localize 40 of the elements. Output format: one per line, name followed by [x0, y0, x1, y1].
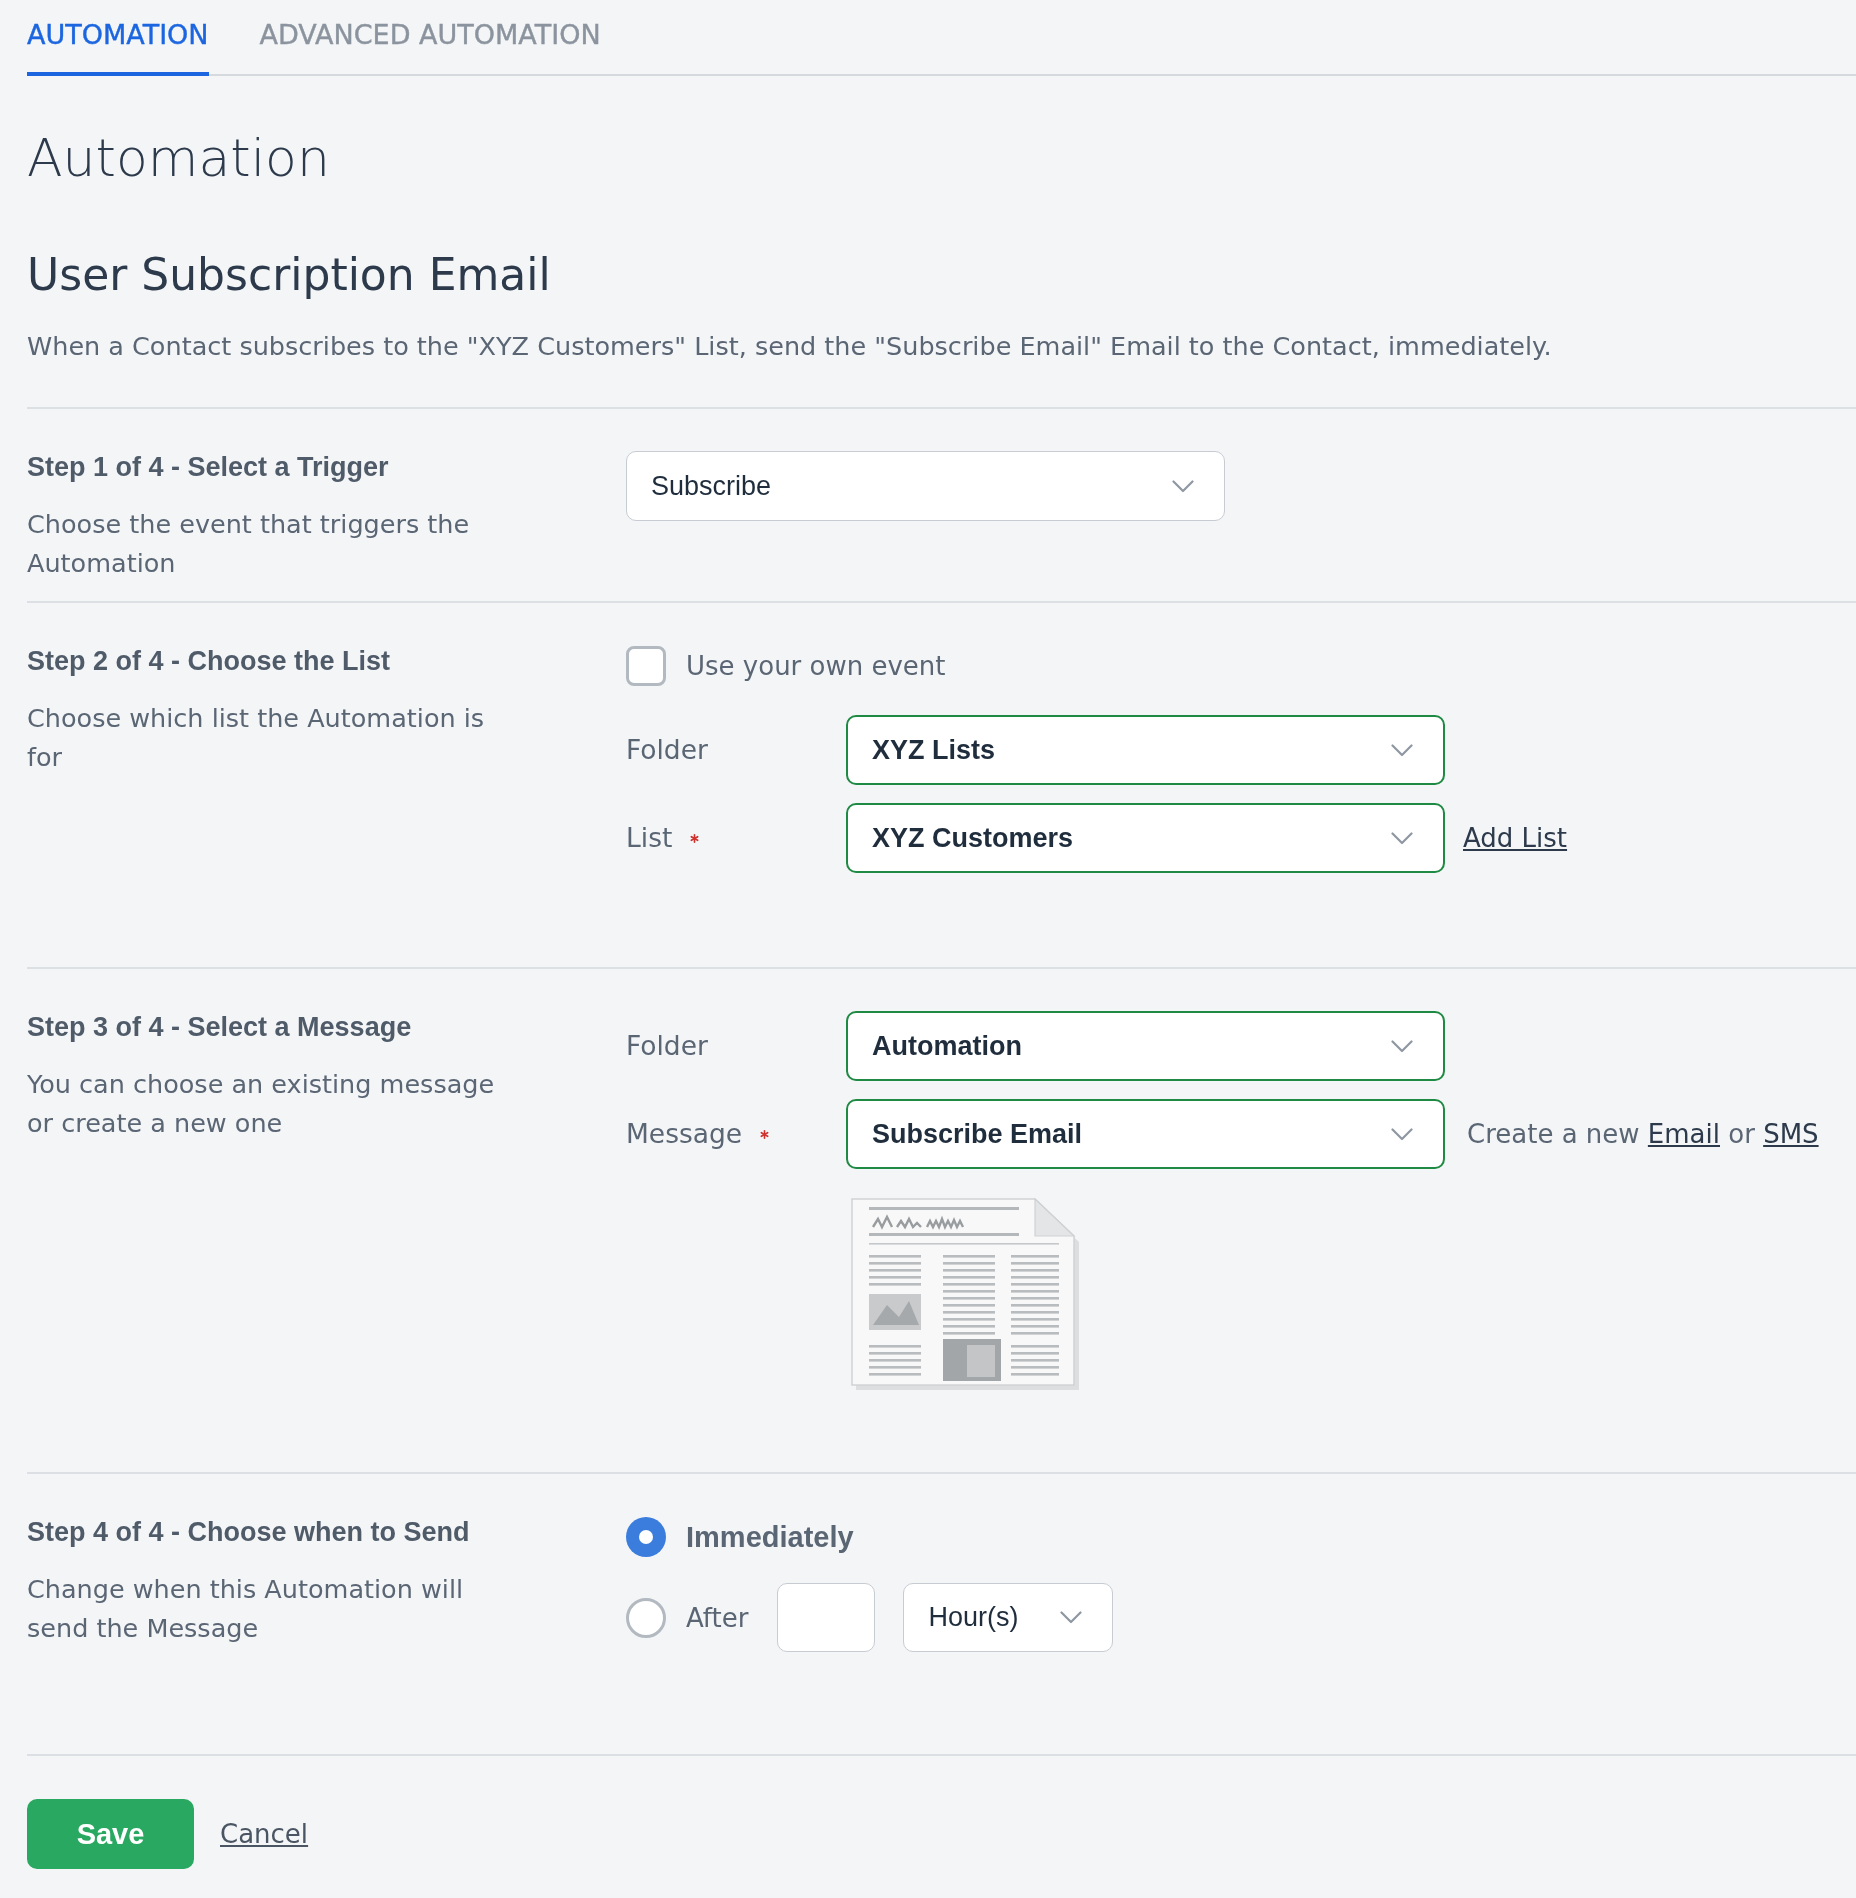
step-title: Step 4 of 4 - Choose when to Send: [27, 1516, 470, 1548]
radio-button[interactable]: [626, 1597, 666, 1638]
field-label: Folder: [626, 1029, 708, 1063]
chevron-down-icon: [1172, 479, 1194, 493]
checkbox-label: Use your own event: [686, 649, 946, 683]
step-description: Change when this Automation will send the Message: [27, 1573, 465, 1645]
chevron-down-icon: [1391, 831, 1413, 845]
step-description: Choose which list the Automation is for: [27, 702, 486, 774]
field-label: Message: [626, 1117, 743, 1151]
page-title: Automation: [27, 127, 330, 190]
text-link[interactable]: Email: [1647, 1119, 1720, 1149]
automation-summary: When a Contact subscribes to the "XYZ Customers" List, send the "Subscribe Email" Email to the Contact, immediately.: [27, 330, 1552, 363]
step-title: Step 2 of 4 - Choose the List: [27, 645, 391, 677]
tab[interactable]: AUTOMATION: [27, 0, 209, 76]
dropdown[interactable]: XYZ Lists: [846, 715, 1445, 785]
step-title: Step 1 of 4 - Select a Trigger: [27, 451, 389, 483]
automation-name: User Subscription Email: [27, 248, 551, 302]
field-label: List: [626, 821, 673, 855]
dropdown[interactable]: Subscribe: [626, 451, 1225, 521]
dropdown[interactable]: Hour(s): [903, 1583, 1114, 1652]
add-link[interactable]: Add List: [1463, 821, 1568, 855]
chevron-down-icon: [1391, 1039, 1413, 1053]
cancel-link[interactable]: Cancel: [220, 1817, 309, 1851]
dropdown[interactable]: XYZ Customers: [846, 803, 1445, 873]
chevron-down-icon: [1391, 1127, 1413, 1141]
create-new-hint: Create a new Email or SMS: [1467, 1118, 1819, 1151]
step-description: You can choose an existing message or create a new one: [27, 1068, 496, 1140]
text-link[interactable]: SMS: [1763, 1119, 1819, 1149]
step-description: Choose the event that triggers the Automation: [27, 508, 471, 580]
chevron-down-icon: [1391, 743, 1413, 757]
dropdown[interactable]: Automation: [846, 1011, 1445, 1081]
input-field[interactable]: [777, 1583, 876, 1652]
radio-label: After: [686, 1601, 749, 1635]
chevron-down-icon: [1060, 1611, 1083, 1624]
checkbox[interactable]: [626, 645, 666, 686]
dropdown[interactable]: Subscribe Email: [846, 1099, 1445, 1169]
radio-button[interactable]: [626, 1516, 666, 1557]
radio-label: Immediately: [686, 1519, 854, 1555]
field-label: Folder: [626, 733, 708, 767]
step-title: Step 3 of 4 - Select a Message: [27, 1011, 412, 1043]
